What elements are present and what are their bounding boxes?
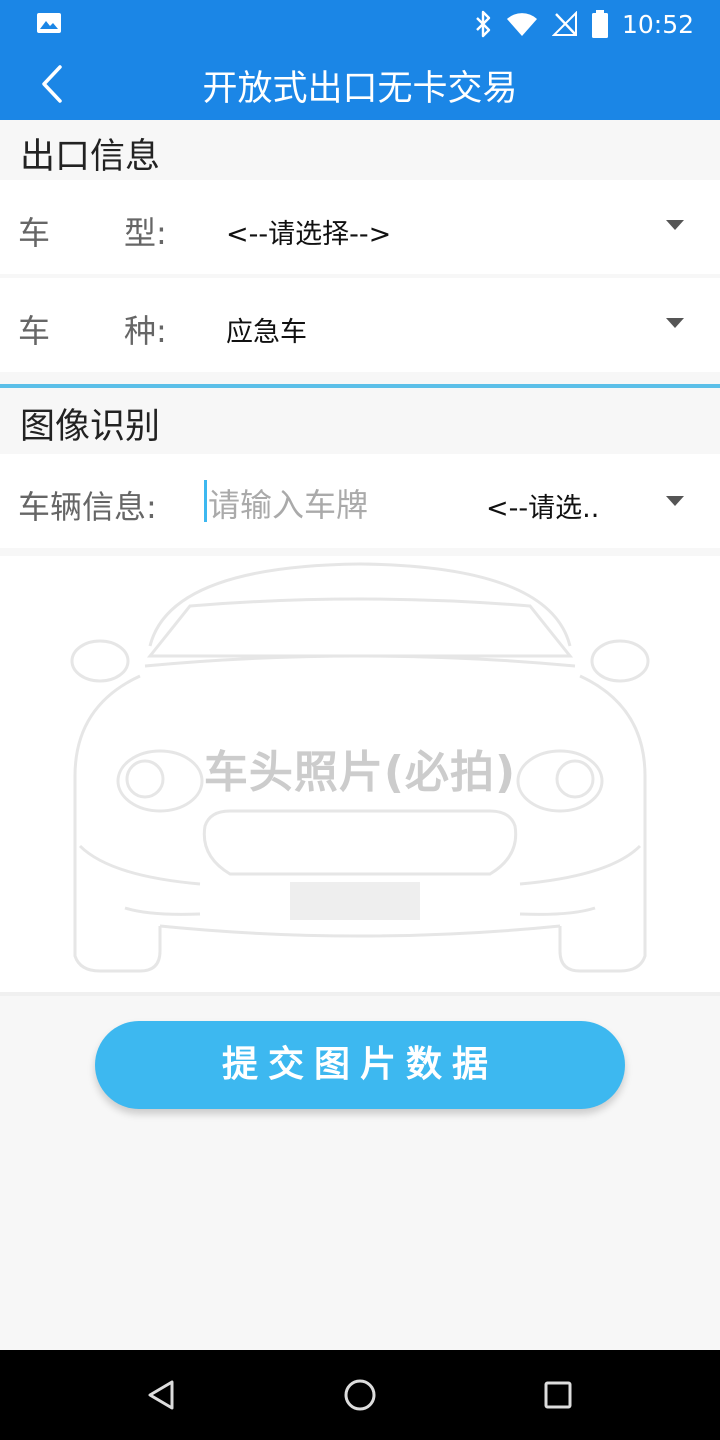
image-recognition-heading: 图像识别 <box>20 407 161 447</box>
front-photo-caption: 车头照片(必拍) <box>203 747 517 798</box>
image-recognition-section-header: 图像识别 <box>0 388 720 454</box>
nav-recents-icon[interactable] <box>538 1375 578 1415</box>
vehicle-type-select[interactable]: 车 型: <--请选择--> <box>0 180 720 274</box>
app-bar: 开放式出口无卡交易 <box>0 48 720 120</box>
bluetooth-icon <box>476 10 491 38</box>
page-title: 开放式出口无卡交易 <box>202 69 518 109</box>
text-cursor <box>204 480 207 522</box>
dropdown-caret-icon <box>666 318 684 328</box>
no-signal-icon <box>551 11 577 36</box>
exit-info-heading: 出口信息 <box>20 137 161 177</box>
vehicle-kind-label-b: 种: <box>124 312 167 350</box>
vehicle-type-value: <--请选择--> <box>226 219 392 250</box>
exit-info-section-header: 出口信息 <box>0 120 720 180</box>
vehicle-type-label-a: 车 <box>18 214 51 252</box>
front-photo-capture[interactable]: 车头照片(必拍) <box>0 556 720 996</box>
plate-color-value: <--请选.. <box>486 493 600 524</box>
dropdown-caret-icon <box>666 496 684 506</box>
vehicle-info-label: 车辆信息: <box>18 488 157 526</box>
status-bar: 10:52 <box>0 0 720 48</box>
plate-input[interactable]: 请输入车牌 <box>204 478 474 524</box>
battery-icon <box>591 10 608 38</box>
vehicle-type-label-b: 型: <box>124 214 167 252</box>
vehicle-kind-select[interactable]: 车 种: 应急车 <box>0 278 720 372</box>
nav-back-icon[interactable] <box>142 1375 182 1415</box>
submit-image-data-button[interactable]: 提交图片数据 <box>95 1021 625 1109</box>
status-time: 10:52 <box>621 9 694 39</box>
plate-input-placeholder: 请输入车牌 <box>208 486 369 524</box>
vehicle-kind-label-a: 车 <box>18 312 51 350</box>
wifi-icon <box>506 13 537 37</box>
vehicle-kind-value: 应急车 <box>226 317 307 348</box>
dropdown-caret-icon <box>666 220 684 230</box>
plate-color-select[interactable]: <--请选.. <box>486 480 706 524</box>
navigation-bar <box>0 1350 720 1440</box>
vehicle-info-row: 车辆信息: 请输入车牌 <--请选.. <box>0 454 720 548</box>
image-notification-icon <box>37 13 61 33</box>
nav-home-icon[interactable] <box>340 1375 380 1415</box>
